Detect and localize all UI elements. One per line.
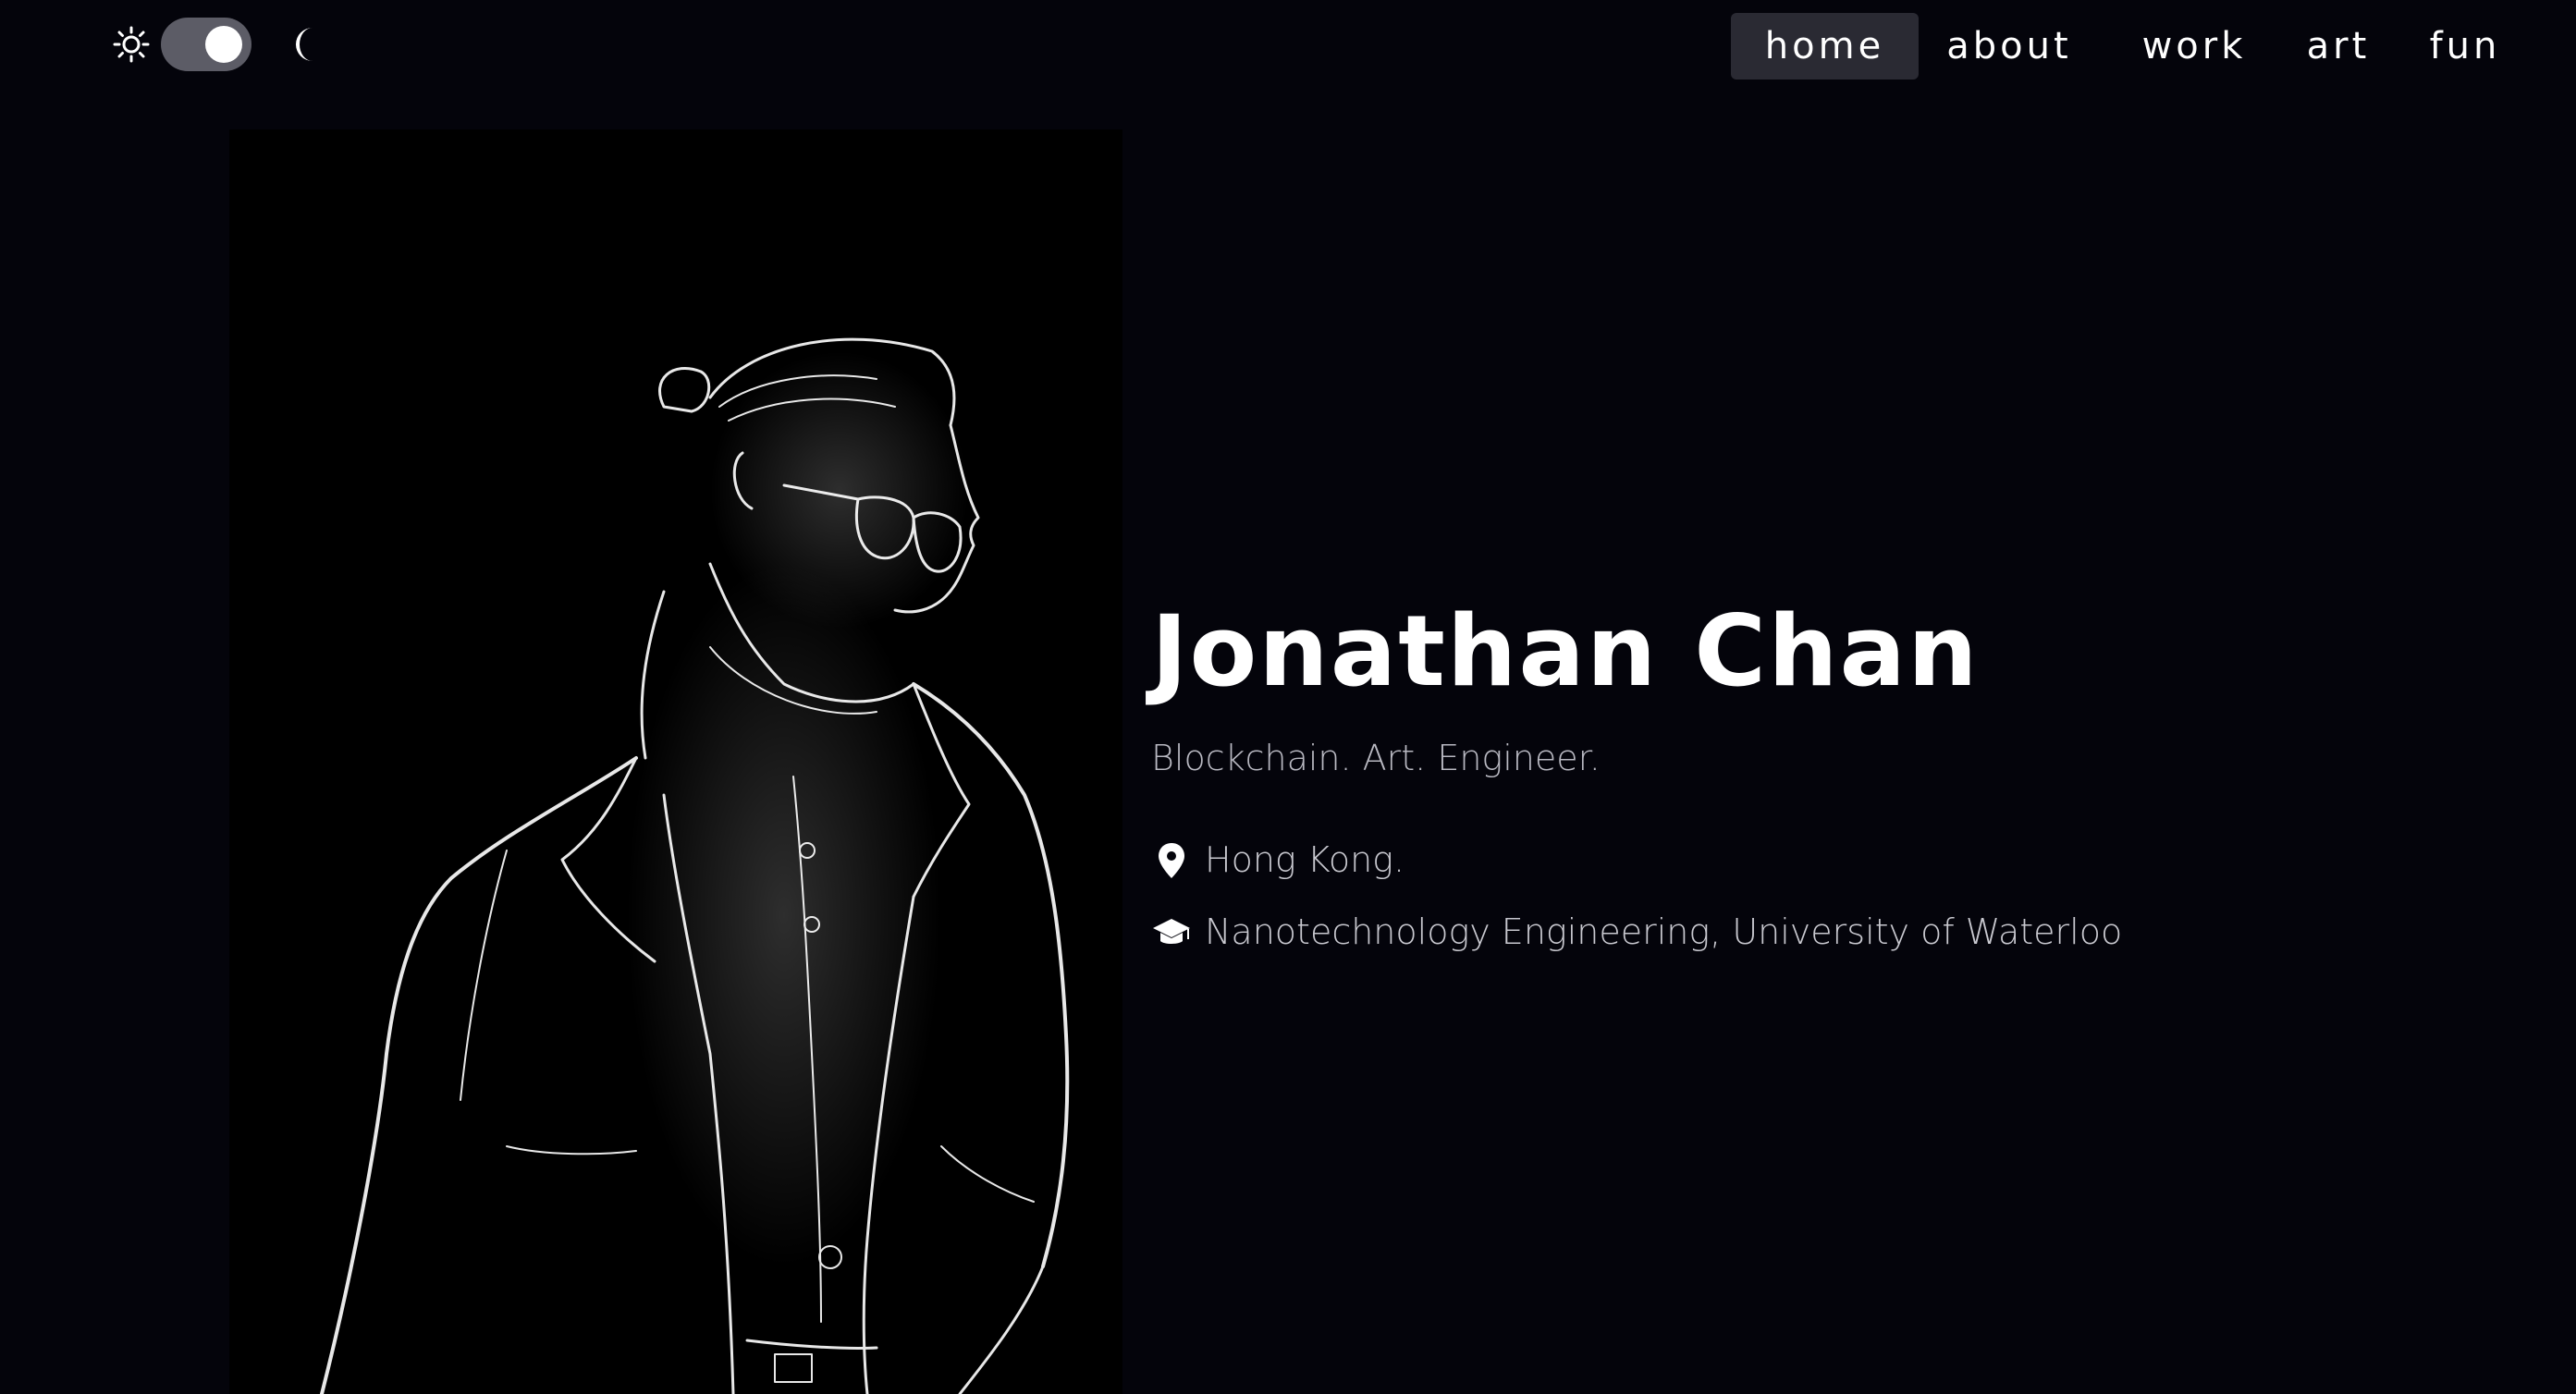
education-text: Nanotechnology Engineering, University o… xyxy=(1205,911,2123,952)
education-row: Nanotechnology Engineering, University o… xyxy=(1151,910,2446,954)
nav-item-fun[interactable]: fun xyxy=(2419,13,2511,79)
graduation-cap-icon xyxy=(1151,910,1192,954)
nav-item-work[interactable]: work xyxy=(2134,13,2254,79)
portrait-sketch xyxy=(229,129,1122,1394)
nav-item-art[interactable]: art xyxy=(2297,13,2380,79)
nav-item-about[interactable]: about xyxy=(1942,13,2077,79)
location-text: Hong Kong. xyxy=(1205,839,1405,880)
tagline: Blockchain. Art. Engineer. xyxy=(1151,738,1601,778)
page: home about work art fun Jonathan Chan Bl… xyxy=(0,0,2576,1394)
page-title: Jonathan Chan xyxy=(1151,594,1980,708)
location-row: Hong Kong. xyxy=(1151,838,2446,882)
main-nav: home about work art fun xyxy=(0,13,2576,79)
nav-item-home[interactable]: home xyxy=(1731,13,1919,79)
location-pin-icon xyxy=(1151,838,1192,882)
portrait-image xyxy=(229,129,1122,1394)
intro-section: Jonathan Chan Blockchain. Art. Engineer.… xyxy=(1151,592,2446,954)
